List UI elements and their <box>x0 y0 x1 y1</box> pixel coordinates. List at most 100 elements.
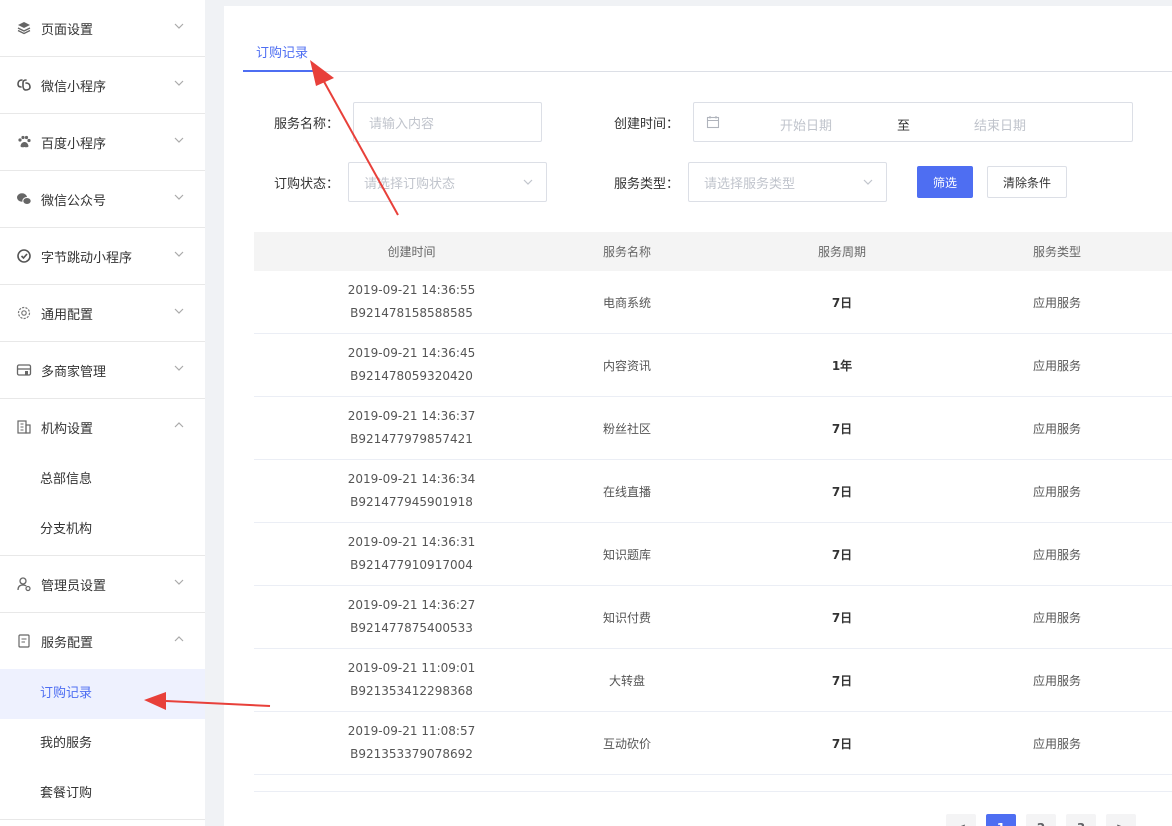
column-header-created-time: 创建时间 <box>387 245 436 259</box>
created-time-cell: 2019-09-21 11:08:57 B921353379078692 <box>254 720 569 766</box>
service-period-cell: 7日 <box>831 484 853 499</box>
order-status-select[interactable]: 请选择订购状态 <box>348 162 547 202</box>
table-footer-divider <box>254 791 1172 792</box>
menu-general-settings[interactable]: 通用配置 <box>0 285 205 341</box>
table-header: 创建时间 服务名称 服务周期 服务类型 <box>254 232 1172 271</box>
store-icon <box>16 362 32 378</box>
service-name-label: 服务名称： <box>274 117 340 132</box>
order-number: B921477910917004 <box>350 558 473 572</box>
submenu-item-my-services[interactable]: 我的服务 <box>0 719 205 769</box>
table-row[interactable]: 2019-09-21 11:08:57 B921353379078692 互动砍价… <box>254 712 1172 775</box>
order-records-table: 创建时间 服务名称 服务周期 服务类型 2019-09-21 14:36:55 B… <box>254 232 1172 775</box>
service-type-cell: 应用服务 <box>1032 610 1081 625</box>
tab-order-records[interactable]: 订购记录 <box>256 42 308 61</box>
table-row[interactable]: 2019-09-21 14:36:45 B921478059320420 内容资讯… <box>254 334 1172 397</box>
order-number: B921353379078692 <box>350 747 473 761</box>
tab-bar: 订购记录 <box>243 6 1172 72</box>
table-row[interactable]: 2019-09-21 14:36:55 B921478158588585 电商系统… <box>254 271 1172 334</box>
created-time: 2019-09-21 14:36:27 <box>347 598 476 612</box>
menu-label: 微信小程序 <box>41 79 107 95</box>
pagination-page-2[interactable]: 2 <box>1026 814 1056 826</box>
paw-icon <box>16 134 32 150</box>
order-number: B921478158588585 <box>350 306 473 320</box>
menu-wechat-miniprogram[interactable]: 微信小程序 <box>0 57 205 113</box>
service-name-cell: 知识付费 <box>602 610 651 625</box>
created-time-cell: 2019-09-21 14:36:45 B921478059320420 <box>254 342 569 388</box>
table-row[interactable]: 2019-09-21 14:36:27 B921477875400533 知识付费… <box>254 586 1172 649</box>
end-date-input[interactable]: 结束日期 <box>974 115 1026 134</box>
created-time: 2019-09-21 14:36:55 <box>347 283 476 297</box>
menu-label: 字节跳动小程序 <box>41 250 133 266</box>
chevron-down-icon <box>173 362 185 374</box>
created-time-cell: 2019-09-21 14:36:31 B921477910917004 <box>254 531 569 577</box>
document-icon <box>16 633 32 649</box>
menu-bytedance-miniprogram[interactable]: 字节跳动小程序 <box>0 228 205 284</box>
pagination-prev-button[interactable]: < <box>946 814 976 826</box>
submenu-item-order-records[interactable]: 订购记录 <box>0 669 205 719</box>
submenu-item-package-order[interactable]: 套餐订购 <box>0 769 205 819</box>
filter-button[interactable]: 筛选 <box>917 166 973 198</box>
chevron-down-icon <box>173 191 185 203</box>
submenu-service-config: 订购记录 我的服务 套餐订购 <box>0 669 205 819</box>
sidebar: 页面设置 微信小程序 百度小程序 微信公众号 字节跳动小程序 通用配置 多商家管… <box>0 0 205 826</box>
chevron-down-icon <box>173 576 185 588</box>
menu-institution-settings[interactable]: 机构设置 <box>0 399 205 455</box>
wechat-icon <box>16 191 32 207</box>
order-number: B921478059320420 <box>350 369 473 383</box>
service-name-cell: 在线直播 <box>602 484 651 499</box>
service-name-cell: 互动砍价 <box>602 736 651 751</box>
chevron-up-icon <box>173 633 185 645</box>
chevron-down-icon <box>173 77 185 89</box>
created-time: 2019-09-21 11:09:01 <box>347 661 476 675</box>
created-time: 2019-09-21 14:36:34 <box>347 472 476 486</box>
building-icon <box>16 419 32 435</box>
chevron-down-icon <box>173 248 185 260</box>
menu-page-settings[interactable]: 页面设置 <box>0 0 205 56</box>
submenu-item-hq-info[interactable]: 总部信息 <box>0 455 205 505</box>
start-date-input[interactable]: 开始日期 <box>780 115 832 134</box>
menu-label: 页面设置 <box>41 22 94 38</box>
menu-baidu-miniprogram[interactable]: 百度小程序 <box>0 114 205 170</box>
menu-group-bytedance: 字节跳动小程序 <box>0 228 205 285</box>
menu-group-general: 通用配置 <box>0 285 205 342</box>
pagination-next-button[interactable]: > <box>1106 814 1136 826</box>
tab-active-indicator <box>243 70 314 72</box>
chevron-down-icon <box>522 176 534 188</box>
menu-multi-merchant[interactable]: 多商家管理 <box>0 342 205 398</box>
service-name-placeholder: 请输入内容 <box>369 116 435 132</box>
layers-icon <box>16 20 32 36</box>
date-range-picker[interactable]: 开始日期 至 结束日期 <box>693 102 1133 142</box>
pagination-page-3[interactable]: 3 <box>1066 814 1096 826</box>
table-row[interactable]: 2019-09-21 14:36:34 B921477945901918 在线直播… <box>254 460 1172 523</box>
service-name-cell: 电商系统 <box>602 295 651 310</box>
created-time: 2019-09-21 14:36:45 <box>347 346 476 360</box>
order-status-placeholder: 请选择订购状态 <box>364 176 456 192</box>
order-number: B921353412298368 <box>350 684 473 698</box>
service-period-cell: 7日 <box>831 736 853 751</box>
menu-group-wechat-official: 微信公众号 <box>0 171 205 228</box>
service-type-select[interactable]: 请选择服务类型 <box>688 162 887 202</box>
service-type-placeholder: 请选择服务类型 <box>704 176 796 192</box>
table-row[interactable]: 2019-09-21 14:36:31 B921477910917004 知识题库… <box>254 523 1172 586</box>
service-type-cell: 应用服务 <box>1032 484 1081 499</box>
service-type-cell: 应用服务 <box>1032 673 1081 688</box>
admin-user-icon <box>16 576 32 592</box>
service-type-cell: 应用服务 <box>1032 295 1081 310</box>
submenu-item-branches[interactable]: 分支机构 <box>0 505 205 555</box>
chevron-down-icon <box>173 305 185 317</box>
service-period-cell: 7日 <box>831 673 853 688</box>
service-name-cell: 内容资讯 <box>602 358 651 373</box>
service-period-cell: 7日 <box>831 547 853 562</box>
clear-filters-button[interactable]: 清除条件 <box>987 166 1067 198</box>
pagination-page-1[interactable]: 1 <box>986 814 1016 826</box>
service-period-cell: 7日 <box>831 610 853 625</box>
menu-label: 微信公众号 <box>41 193 107 209</box>
menu-admin-settings[interactable]: 管理员设置 <box>0 556 205 612</box>
service-name-input[interactable]: 请输入内容 <box>353 102 542 142</box>
date-range-separator: 至 <box>897 119 911 134</box>
menu-service-config[interactable]: 服务配置 <box>0 613 205 669</box>
menu-wechat-official[interactable]: 微信公众号 <box>0 171 205 227</box>
table-row[interactable]: 2019-09-21 14:36:37 B921477979857421 粉丝社区… <box>254 397 1172 460</box>
menu-group-merchants: 多商家管理 <box>0 342 205 399</box>
table-row[interactable]: 2019-09-21 11:09:01 B921353412298368 大转盘 … <box>254 649 1172 712</box>
